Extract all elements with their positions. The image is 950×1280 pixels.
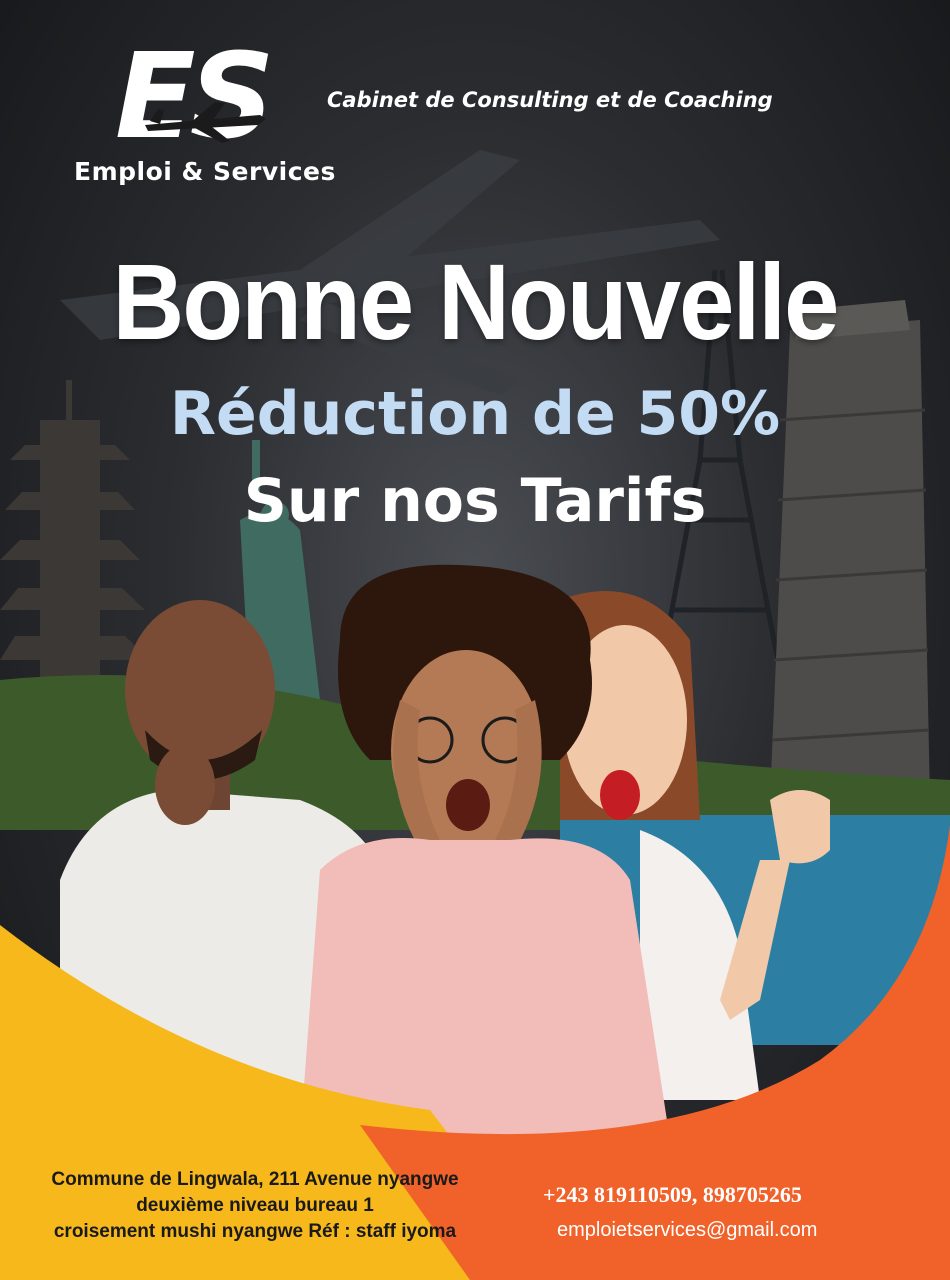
footer-shapes (0, 825, 950, 1280)
promo-poster: ES Emploi & Services Cabinet de Consulti… (0, 0, 950, 1280)
address-line: deuxième niveau bureau 1 (136, 1195, 374, 1216)
address-line: croisement mushi nyangwe Réf : staff iyo… (53, 1221, 457, 1242)
address-block: Commune de Lingwala, 211 Avenue nyangwe … (0, 1167, 510, 1245)
phone-numbers[interactable]: +243 819110509, 898705265 (543, 1182, 802, 1208)
email-address[interactable]: emploietservices@gmail.com (557, 1219, 817, 1242)
address-line: Commune de Lingwala, 211 Avenue nyangwe (51, 1169, 459, 1190)
